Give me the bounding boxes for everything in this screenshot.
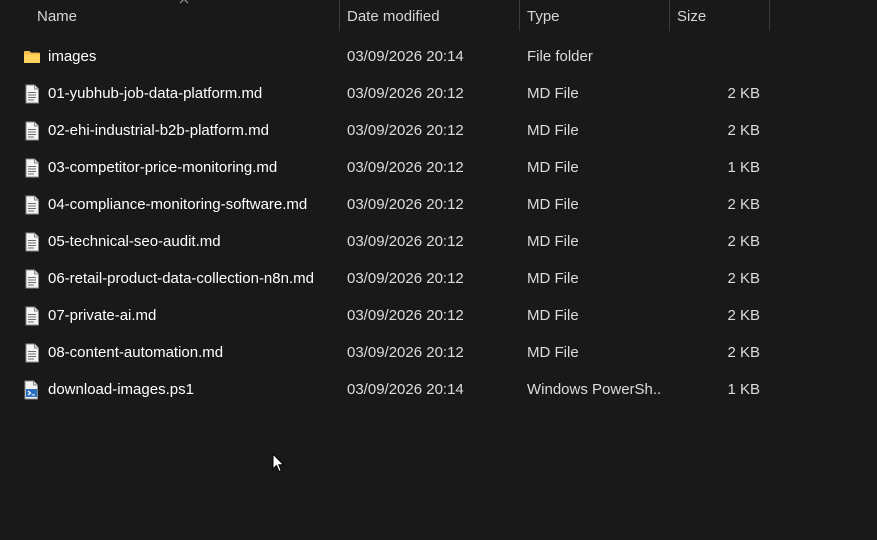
date-column-label: Date modified [347,8,440,25]
file-name-cell[interactable]: 07-private-ai.md [23,297,338,334]
document-icon [23,84,41,104]
file-name: 01-yubhub-job-data-platform.md [48,85,263,102]
date-modified: 03/09/2026 20:12 [347,196,464,213]
file-size: 2 KB [727,196,760,213]
file-name-cell[interactable]: 01-yubhub-job-data-platform.md [23,75,338,112]
file-type: MD File [527,270,579,287]
file-name-cell[interactable]: 04-compliance-monitoring-software.md [23,186,338,223]
file-name: 05-technical-seo-audit.md [48,233,221,250]
date-modified: 03/09/2026 20:12 [347,307,464,324]
file-type: MD File [527,122,579,139]
file-row[interactable]: 08-content-automation.md 03/09/2026 20:12… [0,334,877,371]
type-column-header[interactable]: Type [520,0,670,33]
date-modified: 03/09/2026 20:12 [347,159,464,176]
file-name: 07-private-ai.md [48,307,157,324]
file-type: MD File [527,85,579,102]
folder-icon [23,47,41,67]
powershell-script-icon [23,380,41,400]
file-name: 04-compliance-monitoring-software.md [48,196,308,213]
file-name: 03-competitor-price-monitoring.md [48,159,278,176]
date-modified: 03/09/2026 20:12 [347,233,464,250]
sort-ascending-icon [179,0,189,4]
file-row[interactable]: 05-technical-seo-audit.md 03/09/2026 20:1… [0,223,877,260]
column-header-bar: Name Date modified Type Size [0,0,877,33]
file-size: 2 KB [727,122,760,139]
document-icon [23,232,41,252]
file-type: Windows PowerSh... [527,381,662,398]
file-name: 02-ehi-industrial-b2b-platform.md [48,122,269,139]
date-modified: 03/09/2026 20:12 [347,85,464,102]
file-name-cell[interactable]: download-images.ps1 [23,371,338,408]
size-column-header[interactable]: Size [670,0,770,33]
file-list: images 03/09/2026 20:14 File folder 01-yubh… [0,38,877,408]
date-column-header[interactable]: Date modified [340,0,520,33]
file-size: 2 KB [727,307,760,324]
file-row[interactable]: 01-yubhub-job-data-platform.md 03/09/2026… [0,75,877,112]
file-size: 2 KB [727,85,760,102]
file-type: MD File [527,344,579,361]
document-icon [23,158,41,178]
file-row[interactable]: download-images.ps1 03/09/2026 20:14 Windo… [0,371,877,408]
mouse-pointer-icon [272,453,285,473]
file-type: MD File [527,159,579,176]
file-row[interactable]: 07-private-ai.md 03/09/2026 20:12 MD File 2… [0,297,877,334]
file-name: 08-content-automation.md [48,344,224,361]
file-size [670,38,760,75]
file-type: MD File [527,196,579,213]
date-modified: 03/09/2026 20:12 [347,270,464,287]
file-size: 2 KB [727,233,760,250]
file-type: MD File [527,233,579,250]
document-icon [23,195,41,215]
file-name-cell[interactable]: 08-content-automation.md [23,334,338,371]
file-row[interactable]: images 03/09/2026 20:14 File folder [0,38,877,75]
file-type: File folder [527,48,593,65]
file-row[interactable]: 04-compliance-monitoring-software.md 03/0… [0,186,877,223]
size-column-label: Size [677,8,707,25]
file-row[interactable]: 06-retail-product-data-collection-n8n.md… [0,260,877,297]
document-icon [23,121,41,141]
file-size: 2 KB [727,344,760,361]
file-row[interactable]: 03-competitor-price-monitoring.md 03/09/2… [0,149,877,186]
file-name: download-images.ps1 [48,381,194,398]
date-modified: 03/09/2026 20:12 [347,122,464,139]
file-row[interactable]: 02-ehi-industrial-b2b-platform.md 03/09/2… [0,112,877,149]
document-icon [23,269,41,289]
file-name-cell[interactable]: images [23,38,338,75]
name-column-label: Name [37,8,78,25]
document-icon [23,306,41,326]
file-name: images [48,48,97,65]
file-name-cell[interactable]: 02-ehi-industrial-b2b-platform.md [23,112,338,149]
date-modified: 03/09/2026 20:12 [347,344,464,361]
file-name: 06-retail-product-data-collection-n8n.md [48,270,314,287]
file-size: 1 KB [727,159,760,176]
file-name-cell[interactable]: 05-technical-seo-audit.md [23,223,338,260]
document-icon [23,343,41,363]
file-name-cell[interactable]: 06-retail-product-data-collection-n8n.md [23,260,338,297]
file-size: 1 KB [727,381,760,398]
date-modified: 03/09/2026 20:14 [347,48,464,65]
file-type: MD File [527,307,579,324]
file-name-cell[interactable]: 03-competitor-price-monitoring.md [23,149,338,186]
date-modified: 03/09/2026 20:14 [347,381,464,398]
file-size: 2 KB [727,270,760,287]
type-column-label: Type [527,8,560,25]
